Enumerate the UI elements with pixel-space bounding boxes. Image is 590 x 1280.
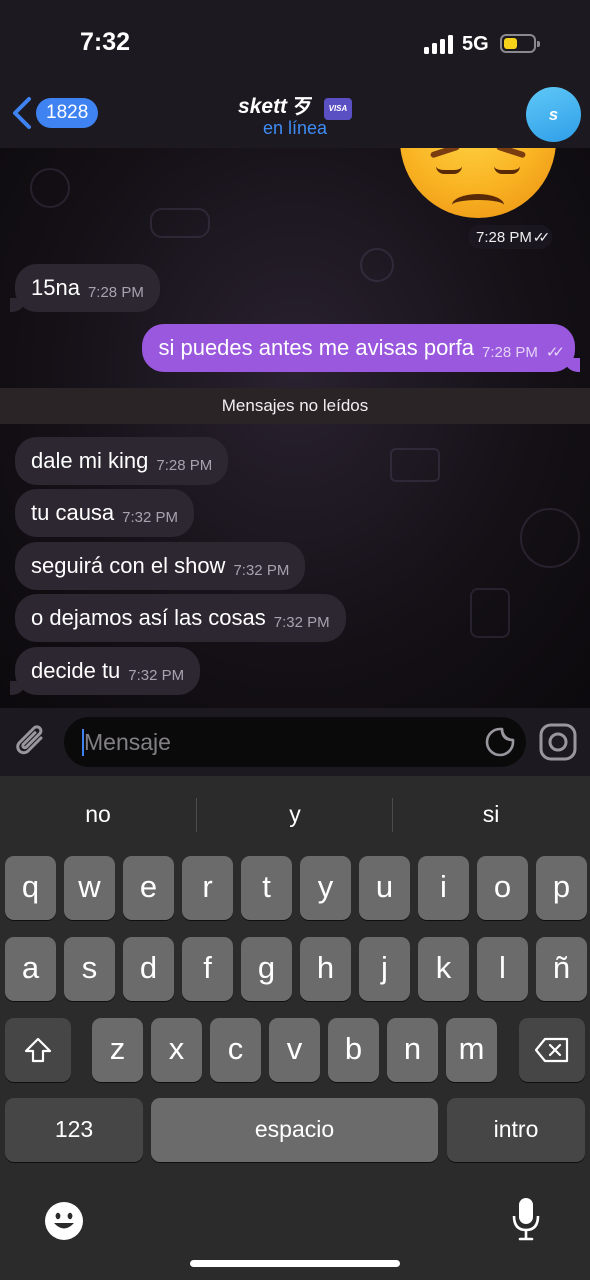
key-k[interactable]: k xyxy=(418,937,469,1001)
message-time: 7:32 PM xyxy=(273,613,330,631)
sticker-icon[interactable] xyxy=(484,726,516,758)
shift-key[interactable] xyxy=(5,1018,71,1082)
space-key[interactable]: espacio xyxy=(151,1098,438,1162)
camera-icon[interactable] xyxy=(538,722,578,762)
key-p[interactable]: p xyxy=(536,856,587,920)
backspace-icon xyxy=(534,1037,569,1063)
key-h[interactable]: h xyxy=(300,937,351,1001)
return-key[interactable]: intro xyxy=(447,1098,585,1162)
message-input-bar: Mensaje xyxy=(0,708,590,776)
status-bar: 7:32 5G xyxy=(0,0,590,80)
key-i[interactable]: i xyxy=(418,856,469,920)
key-a[interactable]: a xyxy=(5,937,56,1001)
wallpaper-doodle xyxy=(150,208,210,238)
message-text: 15na xyxy=(31,275,80,300)
paperclip-icon[interactable] xyxy=(14,722,50,762)
wallpaper-doodle xyxy=(390,448,440,482)
chat-name[interactable]: skett xyxy=(238,95,287,118)
wallpaper-doodle xyxy=(30,168,70,208)
message-text: si puedes antes me avisas porfa xyxy=(158,335,474,360)
shift-arrow-icon xyxy=(24,1037,52,1063)
key-e[interactable]: e xyxy=(123,856,174,920)
suggestion-2[interactable]: y xyxy=(197,794,393,834)
unread-messages-divider: Mensajes no leídos xyxy=(0,388,590,424)
outgoing-message[interactable]: si puedes antes me avisas porfa 7:28 PM … xyxy=(142,324,580,372)
wallpaper-doodle xyxy=(470,588,510,638)
incoming-message[interactable]: tu causa 7:32 PM xyxy=(15,489,195,537)
incoming-message[interactable]: 15na 7:28 PM xyxy=(10,264,160,312)
key-j[interactable]: j xyxy=(359,937,410,1001)
key-s[interactable]: s xyxy=(64,937,115,1001)
wallpaper-doodle xyxy=(520,508,580,568)
incoming-message[interactable]: seguirá con el show 7:32 PM xyxy=(15,542,306,590)
chat-name-glyph: 歹 xyxy=(293,96,314,118)
key-n[interactable]: n xyxy=(387,1018,438,1082)
key-ñ[interactable]: ñ xyxy=(536,937,587,1001)
key-q[interactable]: q xyxy=(5,856,56,920)
message-text: tu causa xyxy=(31,500,115,525)
message-text: seguirá con el show xyxy=(31,553,226,578)
message-time: 7:28 PM xyxy=(481,343,538,361)
key-f[interactable]: f xyxy=(182,937,233,1001)
battery-icon xyxy=(500,34,540,53)
message-text: dale mi king xyxy=(31,448,149,473)
incoming-message[interactable]: dale mi king 7:28 PM xyxy=(15,437,229,485)
key-g[interactable]: g xyxy=(241,937,292,1001)
message-input[interactable]: Mensaje xyxy=(64,717,526,767)
avatar[interactable]: s xyxy=(526,87,581,142)
status-time: 7:32 xyxy=(80,28,131,56)
message-text: decide tu xyxy=(31,658,121,683)
microphone-icon[interactable] xyxy=(510,1196,542,1242)
key-o[interactable]: o xyxy=(477,856,528,920)
suggestion-1[interactable]: no xyxy=(0,794,196,834)
sticker-timestamp: 7:28 PM ✓✓ xyxy=(468,225,553,249)
message-time: 7:32 PM xyxy=(122,508,179,526)
key-z[interactable]: z xyxy=(92,1018,143,1082)
key-c[interactable]: c xyxy=(210,1018,261,1082)
key-l[interactable]: l xyxy=(477,937,528,1001)
message-time: 7:28 PM xyxy=(156,456,213,474)
message-time: 7:28 PM xyxy=(476,229,532,246)
backspace-key[interactable] xyxy=(519,1018,585,1082)
message-time: 7:32 PM xyxy=(233,561,290,579)
chat-title[interactable]: skett 歹 VISA xyxy=(0,90,590,120)
sticker-message[interactable] xyxy=(400,148,556,218)
key-x[interactable]: x xyxy=(151,1018,202,1082)
key-t[interactable]: t xyxy=(241,856,292,920)
signal-icon xyxy=(424,34,454,54)
sad-face-sticker xyxy=(400,148,556,218)
incoming-message[interactable]: o dejamos así las cosas 7:32 PM xyxy=(15,594,346,642)
key-w[interactable]: w xyxy=(64,856,115,920)
numbers-key[interactable]: 123 xyxy=(5,1098,143,1162)
chat-area[interactable]: 7:28 PM ✓✓ 15na 7:28 PM si puedes antes … xyxy=(0,148,590,708)
network-type: 5G xyxy=(462,33,489,55)
key-y[interactable]: y xyxy=(300,856,351,920)
incoming-message[interactable]: decide tu 7:32 PM xyxy=(10,647,201,695)
chat-header: 1828 skett 歹 VISA en línea s xyxy=(0,80,590,148)
read-checks-icon: ✓✓ xyxy=(533,229,551,245)
online-status: en línea xyxy=(262,118,328,138)
emoji-icon[interactable] xyxy=(43,1200,85,1242)
key-v[interactable]: v xyxy=(269,1018,320,1082)
keyboard: no y si qwertyuiop asdfghjklñ zxcvbnm 12… xyxy=(0,776,590,1280)
key-r[interactable]: r xyxy=(182,856,233,920)
suggestion-3[interactable]: si xyxy=(393,794,589,834)
visa-badge: VISA xyxy=(323,98,352,120)
home-indicator xyxy=(190,1260,400,1267)
message-time: 7:28 PM xyxy=(87,283,144,301)
message-placeholder: Mensaje xyxy=(84,729,171,755)
message-time: 7:32 PM xyxy=(128,666,185,684)
message-text: o dejamos así las cosas xyxy=(31,605,266,630)
wallpaper-doodle xyxy=(360,248,394,282)
key-u[interactable]: u xyxy=(359,856,410,920)
read-checks-icon: ✓✓ xyxy=(545,344,565,361)
key-b[interactable]: b xyxy=(328,1018,379,1082)
key-d[interactable]: d xyxy=(123,937,174,1001)
key-m[interactable]: m xyxy=(446,1018,497,1082)
